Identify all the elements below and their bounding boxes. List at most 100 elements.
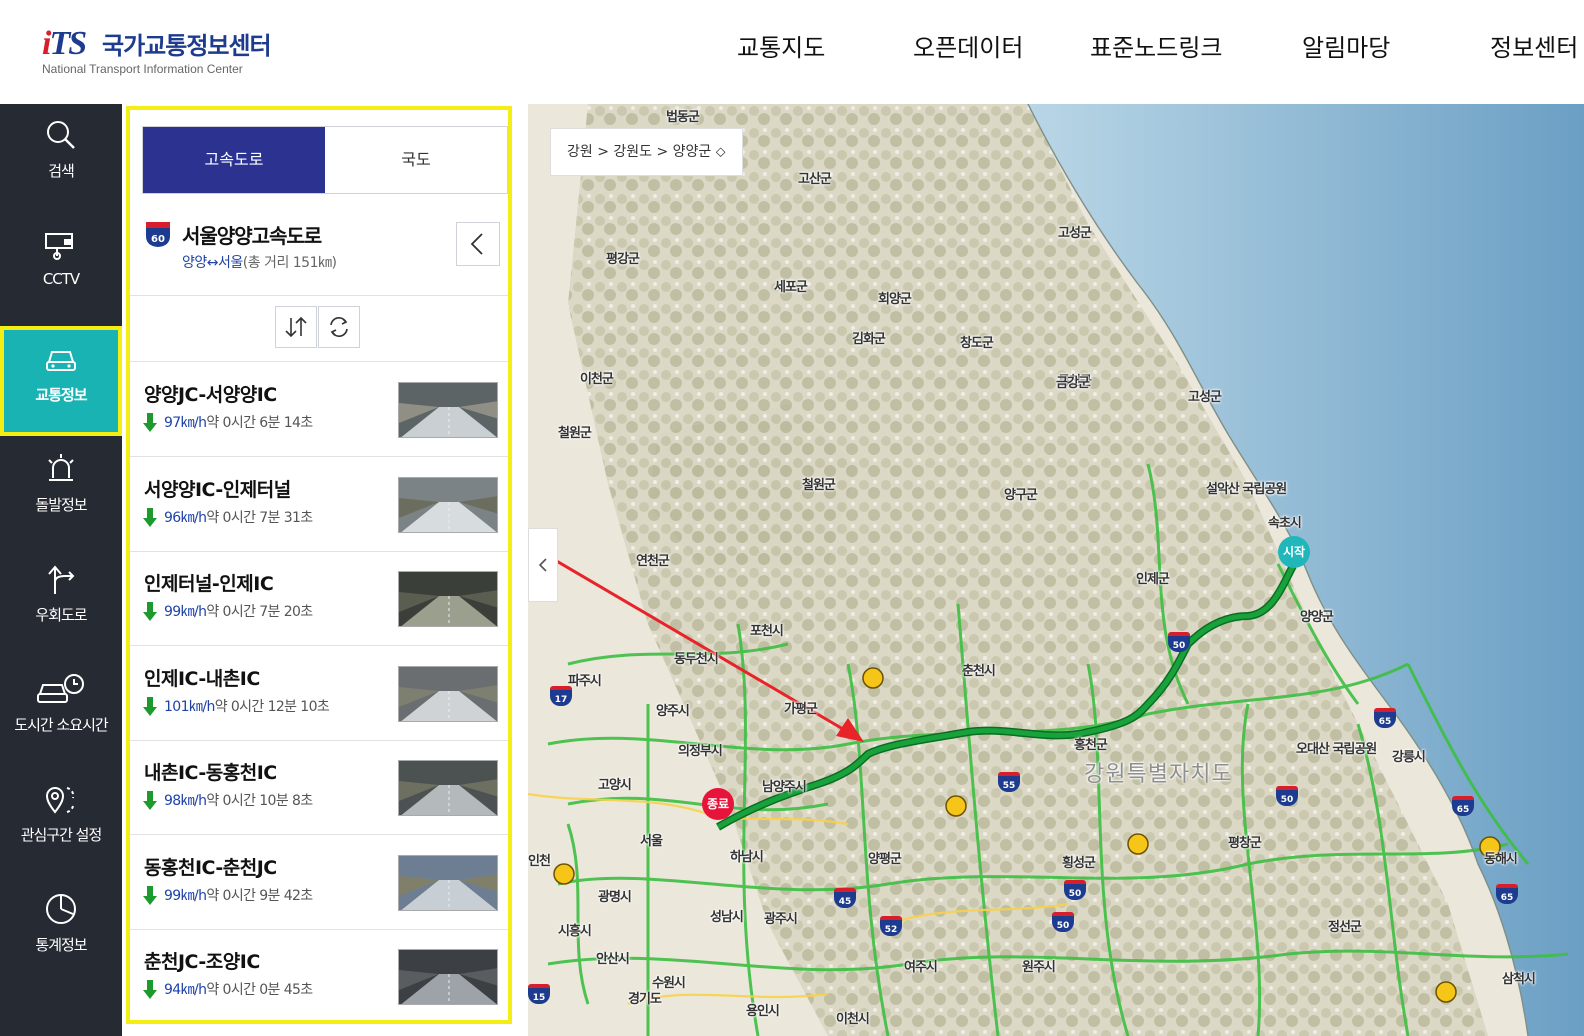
place-label: 하남시 xyxy=(730,850,764,865)
panel-toggle-button[interactable] xyxy=(528,528,558,602)
segment-time: 약 0시간 7분 31초 xyxy=(206,509,313,526)
place-label: 남양주시 xyxy=(762,780,807,795)
place-label: 고양시 xyxy=(598,778,632,793)
sidebar-label: 우회도로 xyxy=(35,606,87,624)
site-header: iTS 국가교통정보센터 National Transport Informat… xyxy=(0,0,1584,104)
chart-icon xyxy=(46,894,76,924)
place-label: 원주시 xyxy=(1022,960,1056,975)
segment-row[interactable]: 서양양IC-인제터널 96㎞/h약 0시간 7분 31초 xyxy=(130,457,508,552)
place-label: 양주시 xyxy=(656,704,690,719)
refresh-icon xyxy=(330,317,348,337)
sidebar-label: 통계정보 xyxy=(35,936,87,954)
segment-time: 약 0시간 10분 8초 xyxy=(206,793,313,809)
highway-shield: 50 xyxy=(1064,880,1086,900)
cctv-thumbnail[interactable] xyxy=(398,665,498,722)
nav-open-data[interactable]: 오픈데이터 xyxy=(913,28,1023,63)
highway-shield: 15 xyxy=(528,984,550,1004)
place-label: 고성군 xyxy=(1188,390,1222,405)
highway-shield: 17 xyxy=(550,686,572,706)
highway-shield: 65 xyxy=(1374,708,1396,728)
place-label: 포천시 xyxy=(750,624,784,639)
segment-speed: 94㎞/h xyxy=(164,982,207,998)
cctv-thumbnail[interactable] xyxy=(398,760,498,816)
sidebar-item-incident[interactable]: 돌발정보 xyxy=(0,452,122,562)
sidebar-label: 교통정보 xyxy=(35,386,87,404)
road-route-ends: 양양↔서울 xyxy=(182,255,243,271)
place-label: 파주시 xyxy=(568,674,602,689)
place-label: 연천군 xyxy=(636,554,670,569)
nav-traffic-map[interactable]: 교통지도 xyxy=(737,28,825,63)
segment-info: 97㎞/h약 0시간 6분 14초 xyxy=(142,412,313,432)
segment-row[interactable]: 인제터널-인제IC 99㎞/h약 0시간 7분 20초 xyxy=(130,551,508,646)
place-label: 홍천군 xyxy=(1074,738,1108,753)
traffic-map[interactable]: 법동군 고산군 고성군 평강군 세포군 회양군 김화군 창도군 통천군 이천군 금강군 고성군 철원군 철… xyxy=(528,104,1584,1036)
place-label: 평강군 xyxy=(606,252,640,267)
cctv-thumbnail[interactable] xyxy=(398,476,498,533)
place-label: 삼척시 xyxy=(1502,972,1536,987)
place-label: 오대산 국립공원 xyxy=(1296,742,1377,757)
place-label: 광명시 xyxy=(598,890,632,905)
place-label: 광주시 xyxy=(764,912,798,927)
segment-row[interactable]: 춘천JC-조양IC 94㎞/h약 0시간 0분 45초 xyxy=(130,929,508,1020)
sidebar-item-intercity-time[interactable]: 도시간 소요시간 xyxy=(0,672,122,782)
cctv-thumbnail[interactable] xyxy=(398,571,498,627)
end-pin[interactable]: 종료 xyxy=(702,788,734,820)
nav-notice[interactable]: 알림마당 xyxy=(1302,28,1390,63)
sidebar-item-statistics[interactable]: 통계정보 xyxy=(0,892,122,1002)
segment-info: 99㎞/h약 0시간 7분 20초 xyxy=(142,601,313,621)
segment-time: 약 0시간 7분 20초 xyxy=(206,604,313,620)
sidebar-label: 검색 xyxy=(48,162,75,180)
nav-standard-node-link[interactable]: 표준노드링크 xyxy=(1090,28,1222,63)
place-label: 법동군 xyxy=(666,110,700,125)
tab-national-road[interactable]: 국도 xyxy=(325,127,507,193)
sidebar-item-cctv[interactable]: CCTV xyxy=(0,228,122,338)
highway-shield: 52 xyxy=(880,916,902,936)
swap-direction-button[interactable] xyxy=(275,306,317,348)
segment-row[interactable]: 동홍천IC-춘천JC 99㎞/h약 0시간 9분 42초 xyxy=(130,835,508,930)
highway-shield: 65 xyxy=(1452,796,1474,816)
segment-speed: 97㎞/h xyxy=(164,415,207,431)
sidebar-item-traffic-info[interactable]: 교통정보 xyxy=(0,326,122,436)
province-label: 강원특별자치도 xyxy=(1084,762,1233,787)
segment-row[interactable]: 인제IC-내촌IC 101㎞/h약 0시간 12분 10초 xyxy=(130,646,508,741)
cctv-icon xyxy=(45,233,73,260)
left-sidebar: 검색 CCTV 교통정보 돌발정보 우회도로 도시간 소요시간 관심구간 설정 … xyxy=(0,104,122,1036)
place-label: 고성군 xyxy=(1058,226,1092,241)
nav-info-center[interactable]: 정보센터 xyxy=(1490,28,1578,63)
place-label: 금강군 xyxy=(1056,376,1090,391)
segment-row[interactable]: 내촌IC-동홍천IC 98㎞/h약 0시간 10분 8초 xyxy=(130,740,508,835)
cctv-thumbnail[interactable] xyxy=(398,854,498,911)
highway-shield: 50 xyxy=(1276,786,1298,806)
place-label: 평창군 xyxy=(1228,836,1262,851)
highway-shield-icon: 60 xyxy=(146,222,170,247)
sidebar-item-search[interactable]: 검색 xyxy=(0,118,122,228)
breadcrumb[interactable]: 강원 > 강원도 > 양양군 ⬦ xyxy=(550,128,743,176)
place-label: 김화군 xyxy=(852,332,886,347)
place-label: 철원군 xyxy=(558,426,592,441)
sidebar-label: 도시간 소요시간 xyxy=(14,716,108,734)
sidebar-item-detour[interactable]: 우회도로 xyxy=(0,562,122,672)
sidebar-item-interest-section[interactable]: 관심구간 설정 xyxy=(0,782,122,892)
segment-speed: 99㎞/h xyxy=(164,887,207,904)
cctv-thumbnail[interactable] xyxy=(398,382,498,438)
segment-name: 서양양IC-인제터널 xyxy=(144,478,291,501)
start-pin[interactable]: 시작 xyxy=(1278,536,1310,568)
place-label: 여주시 xyxy=(904,960,938,975)
cctv-thumbnail[interactable] xyxy=(398,949,498,1005)
back-button[interactable] xyxy=(456,222,500,266)
chevron-left-icon xyxy=(470,233,483,255)
road-type-tabs: 고속도로 국도 xyxy=(142,126,508,194)
place-label: 시흥시 xyxy=(558,924,592,939)
segment-time: 약 0시간 6분 14초 xyxy=(206,415,313,431)
segment-row[interactable]: 양양JC-서양양IC 97㎞/h약 0시간 6분 14초 xyxy=(130,362,508,457)
place-label: 안산시 xyxy=(596,952,630,967)
segment-name: 동홍천IC-춘천JC xyxy=(144,856,277,879)
road-distance: (총 거리 151㎞) xyxy=(242,255,337,271)
tab-expressway[interactable]: 고속도로 xyxy=(143,127,325,193)
search-icon xyxy=(47,121,75,149)
place-label: 서울 xyxy=(640,834,663,849)
refresh-button[interactable] xyxy=(318,306,360,348)
arrow-down-icon xyxy=(143,602,157,621)
road-name: 서울양양고속도로 xyxy=(182,224,322,248)
segment-name: 춘천JC-조양IC xyxy=(144,951,260,973)
